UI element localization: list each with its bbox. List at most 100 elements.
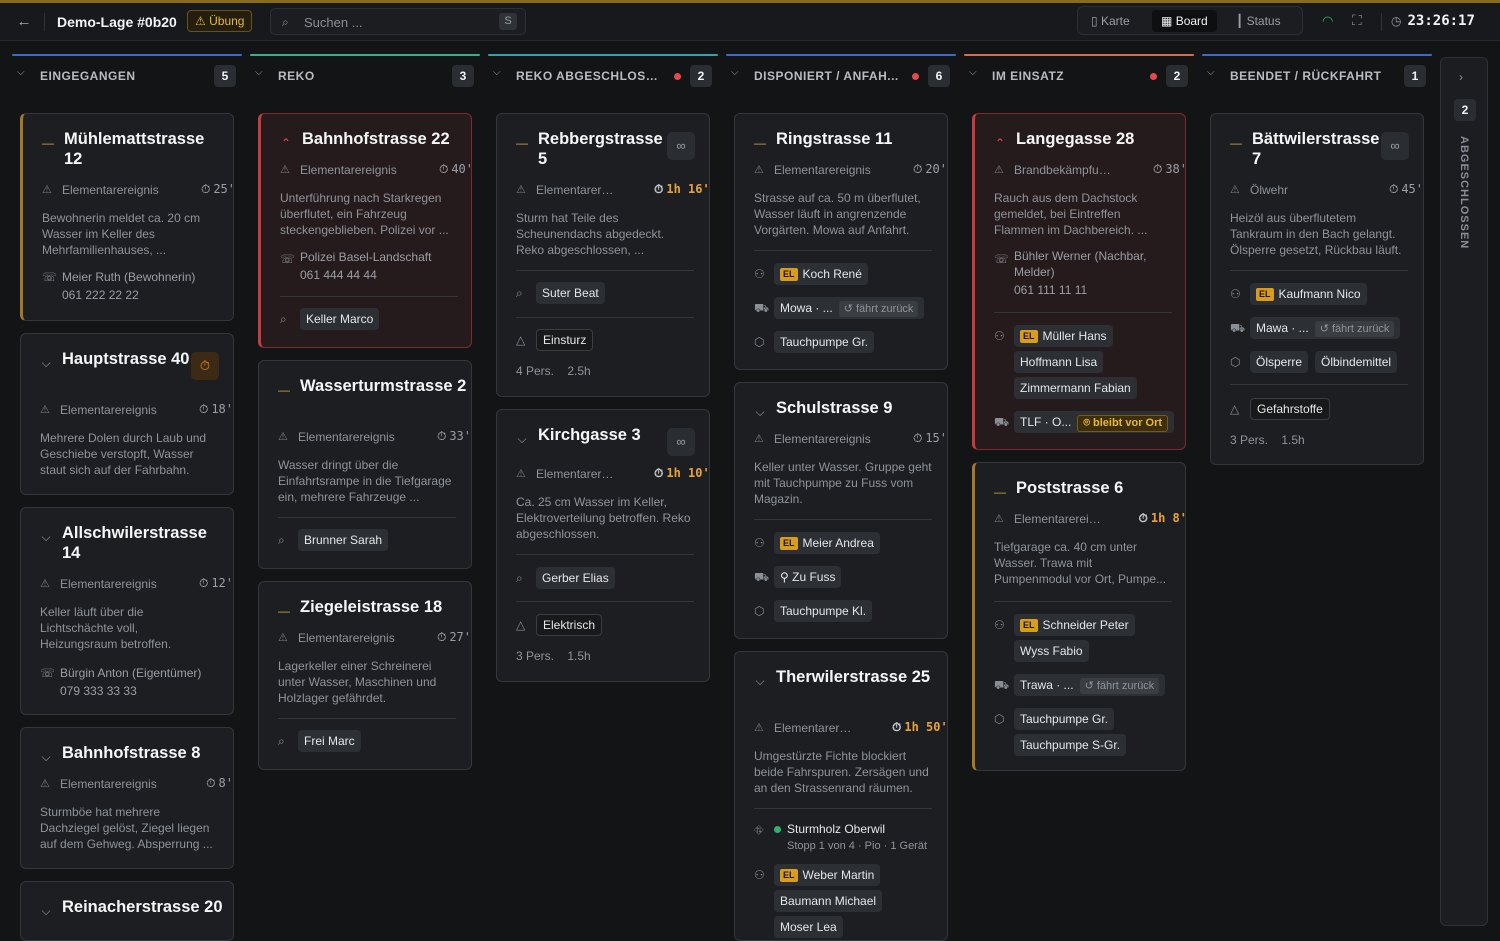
back-button[interactable]: ← — [12, 12, 36, 32]
incident-card[interactable]: — Mühlemattstrasse 12 ⚠ Elementarereignis… — [20, 113, 234, 321]
users-icon: ⚇ — [754, 536, 765, 550]
users-icon: ⚇ — [754, 267, 765, 281]
divider — [278, 517, 456, 518]
chevron-down-icon[interactable]: ⌵ — [493, 67, 501, 78]
leader-chip[interactable]: EL Meier Andrea — [774, 532, 880, 554]
truck-icon: ⛟ — [994, 415, 1010, 429]
search-icon: ⌕ — [516, 286, 523, 300]
hazard-chip[interactable]: Einsturz — [536, 329, 594, 351]
incident-card[interactable]: ⌃ Langegasse 28 ⚠ Brandbekämpfung ⏱ 38' Rau… — [972, 113, 1186, 450]
incident-card[interactable]: ⌵ Bahnhofstrasse 8 ⚠ Elementarereignis ⏱ 8'… — [20, 727, 234, 869]
incident-type-icon: ⚠ — [40, 404, 50, 416]
chevron-right-icon[interactable]: › — [1459, 70, 1463, 84]
leader-chip[interactable]: EL Weber Martin — [774, 864, 881, 886]
column-eingegangen: ⌵ EINGEGANGEN 5 — Mühlemattstrasse 12 ⚠ E… — [12, 54, 242, 941]
chevron-down-icon[interactable]: ⌵ — [1207, 67, 1215, 78]
equipment-chip[interactable]: Tauchpumpe S-Gr. — [1014, 734, 1127, 756]
incident-card[interactable]: ⌵ Allschwilerstrasse 14 ⚠ Elementarereign… — [20, 507, 234, 715]
card-title: Kirchgasse 3 — [538, 426, 641, 444]
incident-card[interactable]: ⌵ Therwilerstrasse 25 ⚠ Elementarerei... ⏱… — [734, 651, 948, 941]
incident-card[interactable]: — Wasserturmstrasse 2 ⚠ Elementarereignis… — [258, 360, 472, 569]
crew-chip[interactable]: Hoffmann Lisa — [1014, 351, 1104, 373]
vehicle-chip[interactable]: TLF · O... ⌾ bleibt vor Ort — [1014, 411, 1175, 433]
incident-card[interactable]: ⌵ Hauptstrasse 40 ⏱ ⚠ Elementarereignis ⏱ 1… — [20, 333, 234, 495]
elapsed-time: ⏱ 38' — [1152, 162, 1186, 176]
column-title: REKO ABGESCHLOSS... — [516, 69, 664, 83]
equipment-chip[interactable]: Tauchpumpe Gr. — [1014, 708, 1115, 730]
hazard-icon: △ — [1230, 402, 1240, 416]
incident-card[interactable]: ⌵ Kirchgasse 3 ∞ ⚠ Elementarerei... ⏱ 1h 10… — [496, 409, 710, 682]
reko-person-chip[interactable]: Keller Marco — [300, 308, 380, 330]
elapsed-time: ⏱ 1h 16' — [654, 182, 710, 196]
closed-column-collapsed[interactable]: › 2 ABGESCHLOSSEN — [1440, 57, 1488, 926]
card-description: Umgestürzte Fichte blockiert beide Fahrs… — [754, 749, 929, 795]
column-count: 2 — [690, 65, 712, 87]
crew-chip[interactable]: Moser Lea — [774, 916, 843, 938]
hazard-icon: △ — [516, 333, 526, 347]
reko-person-chip[interactable]: Brunner Sarah — [298, 529, 389, 551]
chevron-down-icon[interactable]: ⌵ — [969, 67, 977, 78]
stopwatch-icon: ⏱ — [912, 431, 923, 445]
incident-card[interactable]: — Ziegeleistrasse 18 ⚠ Elementarereignis ⏱… — [258, 581, 472, 770]
equipment-chip[interactable]: Tauchpumpe Gr. — [774, 331, 875, 353]
leader-chip[interactable]: EL Koch René — [774, 263, 868, 285]
incident-type-icon: ⚠ — [516, 184, 526, 196]
divider — [754, 519, 932, 520]
card-contact: Bühler Werner (Nachbar, Melder) 061 111 1… — [1014, 249, 1147, 297]
equipment-chip[interactable]: Ölbindemittel — [1315, 351, 1398, 373]
vehicle-status: ⌾ bleibt vor Ort — [1077, 415, 1169, 432]
column-count: 1 — [1404, 65, 1426, 87]
reko-person-chip[interactable]: Gerber Elias — [536, 567, 615, 589]
incident-card[interactable]: — Bättwilerstrasse 7 ∞ ⚠ Ölwehr ⏱ 45' Heizö… — [1210, 113, 1424, 465]
chevron-down-icon[interactable]: ⌵ — [17, 67, 25, 78]
hazard-chip[interactable]: Elektrisch — [536, 614, 603, 636]
card-title: Poststrasse 6 — [1016, 479, 1124, 497]
stopwatch-icon: ⏱ — [206, 776, 216, 790]
users-icon: ⚇ — [994, 618, 1005, 632]
card-title: Hauptstrasse 40 — [62, 350, 190, 368]
hazard-chip[interactable]: Gefahrstoffe — [1250, 398, 1330, 420]
binoculars-icon: ∞ — [667, 132, 695, 160]
vehicle-chip[interactable]: Trawa · ... ↺ fährt zurück — [1014, 674, 1166, 696]
vehicle-chip[interactable]: Mowa · ... ↺ fährt zurück — [774, 297, 925, 319]
incident-card[interactable]: — Poststrasse 6 ⚠ Elementarereig... ⏱ 1h 8'… — [972, 462, 1186, 771]
incident-card[interactable]: — Ringstrasse 11 ⚠ Elementarereignis ⏱ 20' … — [734, 113, 948, 370]
column-reko: ⌵ REKO 3 ⌃ Bahnhofstrasse 22 ⚠ Elementare… — [250, 54, 480, 937]
column-title: DISPONIERT / ANFAH... — [754, 69, 899, 83]
leader-chip[interactable]: EL Kaufmann Nico — [1250, 283, 1367, 305]
view-status-button[interactable]: ┃ Status — [1228, 10, 1289, 32]
equipment-chip[interactable]: Ölsperre — [1250, 351, 1309, 373]
leader-chip[interactable]: EL Schneider Peter — [1014, 614, 1135, 636]
chevron-down-icon[interactable]: ⌵ — [731, 67, 739, 78]
column-count: 5 — [214, 65, 236, 87]
priority-icon: — — [42, 136, 54, 150]
crew-chip[interactable]: Zimmermann Fabian — [1014, 377, 1137, 399]
incident-card[interactable]: ⌵ Reinacherstrasse 20 — [20, 881, 234, 941]
route-info[interactable]: Sturmholz Oberwil Stopp 1 von 4 · Pio · 1… — [774, 822, 944, 852]
card-title: Langegasse 28 — [1016, 130, 1135, 148]
column-count: 6 — [928, 65, 950, 87]
crew-chip[interactable]: Wyss Fabio — [1014, 640, 1089, 662]
incident-card[interactable]: ⌃ Bahnhofstrasse 22 ⚠ Elementarereignis ⏱ 4… — [258, 113, 472, 348]
binoculars-icon: ∞ — [1381, 132, 1409, 160]
leader-chip[interactable]: EL Müller Hans — [1014, 325, 1113, 347]
column-title: ABGESCHLOSSEN — [1458, 136, 1470, 250]
vehicle-chip[interactable]: ⚲ Zu Fuss — [774, 566, 842, 588]
card-title: Mühlemattstrasse 12 — [64, 130, 205, 168]
stopwatch-icon: ⏱ — [1152, 162, 1163, 176]
search-input[interactable]: ⌕ Suchen ... S — [270, 8, 526, 35]
vehicle-chip[interactable]: Mawa · ... ↺ fährt zurück — [1250, 317, 1401, 339]
crew-chip[interactable]: Baumann Michael — [774, 890, 883, 912]
fullscreen-button[interactable]: ⛶ — [1352, 12, 1362, 29]
reko-person-chip[interactable]: Suter Beat — [536, 282, 605, 304]
card-title: Ziegeleistrasse 18 — [300, 598, 443, 616]
incident-type-icon: ⚠ — [754, 433, 764, 445]
equipment-chip[interactable]: Tauchpumpe Kl. — [774, 600, 873, 622]
view-karte-button[interactable]: ▯ Karte — [1083, 10, 1138, 32]
chevron-down-icon[interactable]: ⌵ — [255, 67, 263, 78]
incident-card[interactable]: ⌵ Schulstrasse 9 ⚠ Elementarereignis ⏱ 15' … — [734, 382, 948, 639]
incident-card[interactable]: — Rebbergstrasse 5 ∞ ⚠ Elementarerei... ⏱ 1… — [496, 113, 710, 397]
view-board-button[interactable]: ▦ Board — [1152, 10, 1217, 32]
reko-person-chip[interactable]: Frei Marc — [298, 730, 361, 752]
column-color-bar — [964, 54, 1194, 56]
